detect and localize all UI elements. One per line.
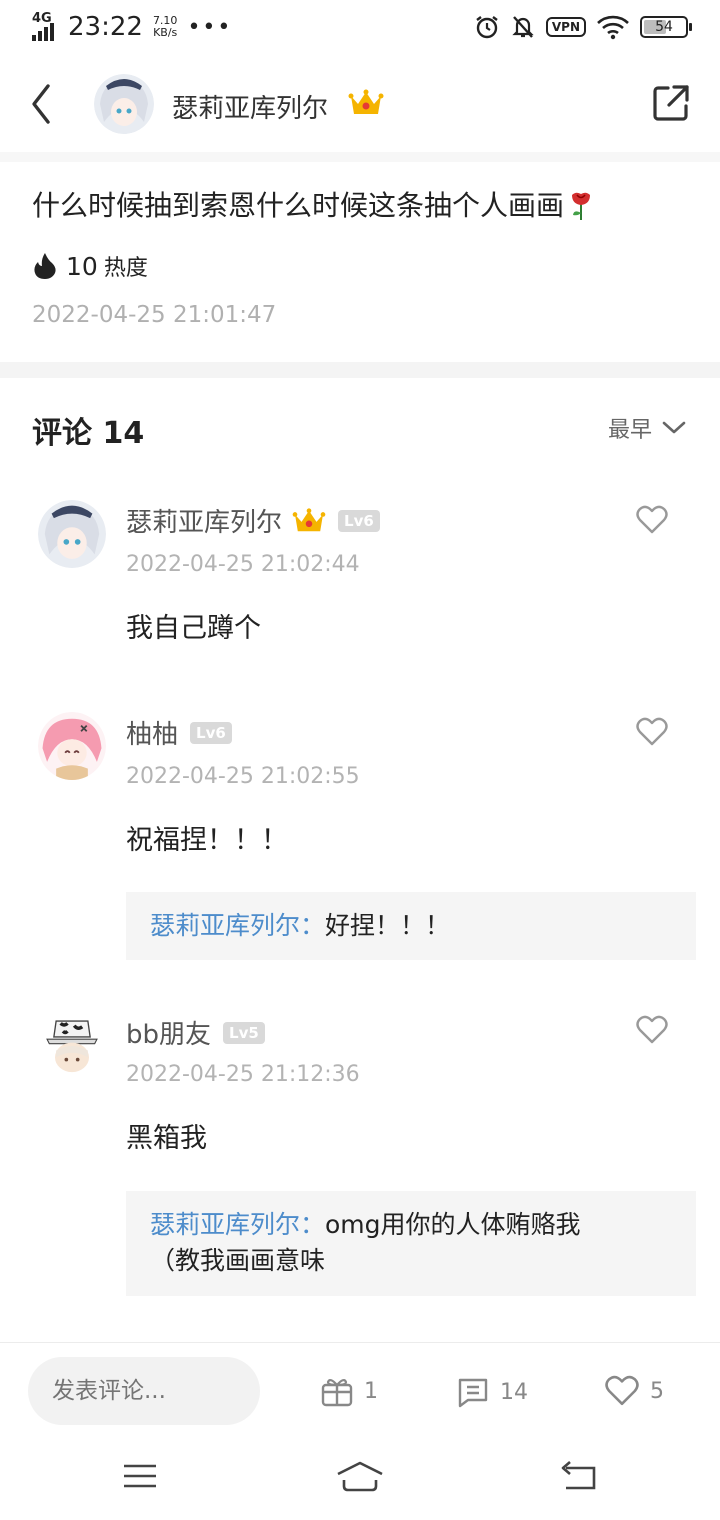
heat-count: 10 xyxy=(66,251,98,281)
avatar[interactable] xyxy=(38,1012,106,1080)
gift-button[interactable]: 1 xyxy=(320,1375,378,1407)
sort-label: 最早 xyxy=(608,418,653,443)
avatar[interactable] xyxy=(38,712,106,780)
reply-box[interactable]: 瑟莉亚库列尔：omg用你的人体贿赂我 （教我画画意味 xyxy=(126,1191,696,1296)
bottom-action-bar: 1 14 5 xyxy=(0,1342,720,1438)
sort-dropdown[interactable]: 最早 xyxy=(608,412,686,444)
reply-text: 好捏！！！ xyxy=(325,911,451,940)
like-button[interactable]: 5 xyxy=(604,1375,664,1407)
commenter-name-row: bb朋友 Lv5 xyxy=(126,1014,265,1051)
top-bar: 瑟莉亚库列尔 xyxy=(0,56,720,152)
status-right: VPN 54 xyxy=(474,14,692,40)
vpn-icon: VPN xyxy=(545,17,586,37)
battery-icon: 54 xyxy=(640,16,692,38)
comment-date: 2022-04-25 21:02:44 xyxy=(126,552,360,577)
comment-icon xyxy=(458,1378,488,1408)
rose-emoji-icon xyxy=(572,192,591,220)
post-content: 什么时候抽到索恩什么时候这条抽个人画画 xyxy=(32,184,594,224)
gift-count: 1 xyxy=(364,1378,378,1404)
post-date: 2022-04-25 21:01:47 xyxy=(32,302,277,328)
comment-date: 2022-04-25 21:12:36 xyxy=(126,1062,360,1087)
level-badge: Lv6 xyxy=(338,509,380,532)
fire-icon xyxy=(34,253,56,279)
divider xyxy=(0,362,720,378)
comment-count: 14 xyxy=(500,1379,528,1405)
author-avatar[interactable] xyxy=(94,74,154,134)
reply-text-continued: （教我画画意味 xyxy=(150,1246,326,1275)
signal-icon: 4G xyxy=(32,11,62,41)
reply-author[interactable]: 瑟莉亚库列尔： xyxy=(150,911,325,940)
like-heart-icon[interactable] xyxy=(636,505,668,535)
post-text: 什么时候抽到索恩什么时候这条抽个人画画 xyxy=(32,189,565,222)
heat-indicator: 10 热度 xyxy=(32,250,148,282)
crown-icon xyxy=(292,507,326,531)
divider xyxy=(0,152,720,162)
clock: 23:22 xyxy=(68,12,143,42)
share-icon[interactable] xyxy=(650,82,692,124)
author-name[interactable]: 瑟莉亚库列尔 xyxy=(172,88,328,125)
comment-text: 我自己蹲个 xyxy=(126,613,261,644)
network-speed: 7.10 KB/s xyxy=(153,15,178,39)
like-heart-icon[interactable] xyxy=(636,1015,668,1045)
level-badge: Lv6 xyxy=(190,721,232,744)
commenter-name[interactable]: 柚柚 xyxy=(126,714,178,751)
heart-icon xyxy=(605,1375,639,1406)
heat-label: 热度 xyxy=(103,256,148,281)
comment-date: 2022-04-25 21:02:55 xyxy=(126,764,360,789)
home-icon[interactable] xyxy=(336,1460,384,1492)
comment-input[interactable] xyxy=(28,1357,260,1425)
wifi-icon xyxy=(597,15,629,40)
battery-level: 54 xyxy=(655,19,673,35)
system-nav-bar xyxy=(0,1438,720,1520)
like-heart-icon[interactable] xyxy=(636,717,668,747)
reply-author[interactable]: 瑟莉亚库列尔： xyxy=(150,1210,325,1239)
chevron-down-icon xyxy=(662,421,686,434)
commenter-name-row: 柚柚 Lv6 xyxy=(126,714,232,751)
more-notifications-icon: ••• xyxy=(187,14,233,40)
crown-icon xyxy=(348,89,384,114)
reply-box[interactable]: 瑟莉亚库列尔：好捏！！！ xyxy=(126,892,696,960)
gift-icon xyxy=(321,1378,353,1407)
commenter-name[interactable]: bb朋友 xyxy=(126,1014,211,1051)
reply-text: omg用你的人体贿赂我 xyxy=(325,1210,581,1239)
like-count: 5 xyxy=(650,1378,664,1404)
reply-line: 瑟莉亚库列尔：omg用你的人体贿赂我 xyxy=(150,1207,672,1243)
commenter-name[interactable]: 瑟莉亚库列尔 xyxy=(126,502,282,539)
back-arrow-icon[interactable] xyxy=(24,78,64,130)
speed-unit: KB/s xyxy=(153,26,178,39)
status-bar: 4G 23:22 7.10 KB/s ••• VPN 54 xyxy=(0,0,720,56)
level-badge: Lv5 xyxy=(223,1021,265,1044)
back-nav-icon[interactable] xyxy=(560,1460,600,1492)
comment-button[interactable]: 14 xyxy=(456,1375,528,1409)
comment-text: 祝福捏！！！ xyxy=(126,825,288,856)
mute-bell-icon xyxy=(512,16,534,38)
menu-icon[interactable] xyxy=(122,1460,158,1492)
commenter-name-row: 瑟莉亚库列尔 Lv6 xyxy=(126,502,380,539)
comment-text: 黑箱我 xyxy=(126,1123,207,1154)
alarm-icon xyxy=(476,16,498,39)
status-left: 4G 23:22 7.10 KB/s ••• xyxy=(32,11,233,42)
avatar[interactable] xyxy=(38,500,106,568)
comments-title: 评论 14 xyxy=(32,416,145,451)
